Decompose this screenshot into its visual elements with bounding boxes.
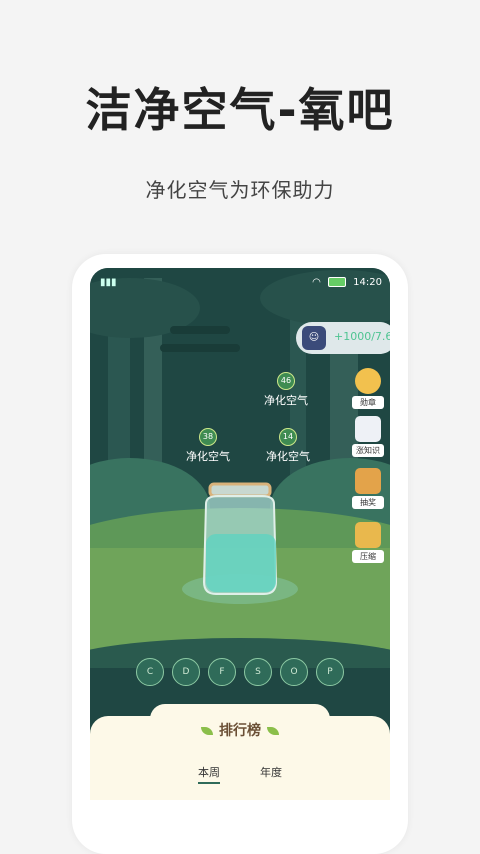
app-screen: ▮▮▮ ◠ 14:20 ☺ +1000/7.6 勋章 涨知识 抽奖 压缩 46 … [90,268,390,800]
subline: 净化空气为环保助力 [145,178,335,202]
leaf-icon [267,727,279,735]
air-bubble-2[interactable]: 38 净化空气 [186,428,230,464]
side-button-lottery[interactable]: 抽奖 [352,468,384,509]
badge-item[interactable]: C [136,658,164,686]
badge-item[interactable]: O [280,658,308,686]
medal-icon [355,368,381,394]
badge-item[interactable]: D [172,658,200,686]
side-button-knowledge[interactable]: 涨知识 [352,416,384,457]
badge-row: C D F S O P [136,658,346,688]
leaf-icon [201,727,213,735]
badge-item[interactable]: F [208,658,236,686]
status-bar: ▮▮▮ ◠ 14:20 [90,276,390,292]
signal-icon: ▮▮▮ [100,277,117,288]
glass-jar[interactable] [198,482,282,596]
user-value: +1000/7.6 [334,330,390,343]
user-pill[interactable]: ☺ +1000/7.6 [296,322,390,354]
box-icon [355,522,381,548]
air-bubble-1[interactable]: 46 净化空气 [264,372,308,408]
book-icon [355,416,381,442]
headline: 洁净空气-氧吧 [85,83,395,137]
ranking-title: 排行榜 [90,720,390,740]
battery-icon [327,277,346,287]
status-time: 14:20 [353,277,382,288]
gift-box-icon [355,468,381,494]
badge-item[interactable]: P [316,658,344,686]
avatar[interactable]: ☺ [302,326,326,350]
tab-week[interactable]: 本周 [198,764,220,784]
tab-year[interactable]: 年度 [260,764,282,780]
air-bubble-3[interactable]: 14 净化空气 [266,428,310,464]
badge-item[interactable]: S [244,658,272,686]
wifi-icon: ◠ [312,277,321,288]
side-button-compress[interactable]: 压缩 [352,522,384,563]
side-button-medal[interactable]: 勋章 [352,368,384,409]
